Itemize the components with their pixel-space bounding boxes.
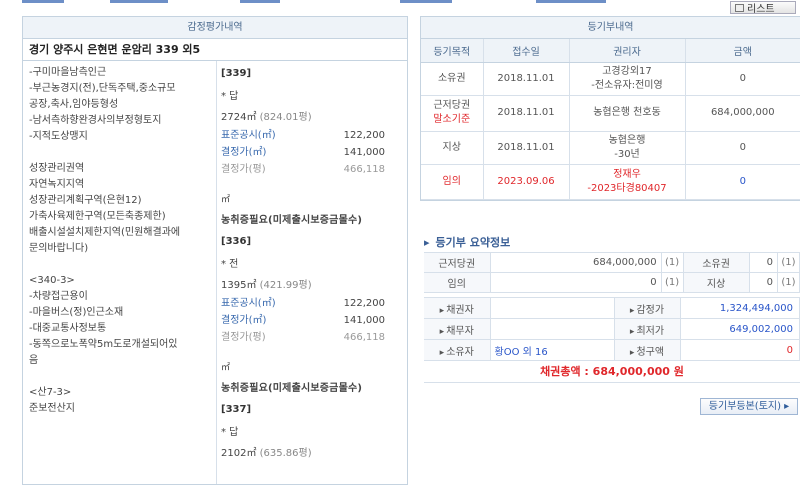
minimum-price: 649,002,000 xyxy=(680,318,800,340)
land-area: 2724㎡ (824.01평) xyxy=(221,112,312,123)
table-row: 임의 0 (1) 지상 0 (1) xyxy=(424,272,800,293)
desc-line: 가축사육제한구역(모든축종제한) xyxy=(29,211,166,222)
desc-line: 배출시설설치제한지역(민원해결과에 xyxy=(29,227,181,238)
desc-line: 자연녹지지역 xyxy=(29,179,85,190)
toolbar-tab[interactable] xyxy=(240,0,280,3)
appraisal-panel: 감정평가내역 경기 양주시 은현면 운암리 339 외5 -구미마을남측인근 -… xyxy=(22,16,408,485)
desc-line: 성장관리권역 xyxy=(29,163,85,174)
summary-counts: 근저당권 684,000,000 (1) 소유권 0 (1) 임의 0 (1) … xyxy=(424,252,800,293)
table-row: 채권자 감정가 1,324,494,000 xyxy=(424,297,800,319)
claim-amount: 0 xyxy=(680,339,800,361)
unit-label: ㎡ xyxy=(221,363,231,373)
print-button[interactable]: 리스트 xyxy=(730,1,796,14)
farmland-note: 농취증필요(미제출시보증금몰수) xyxy=(221,383,363,394)
lot-number: [336] xyxy=(221,236,252,247)
desc-line: 문의바랍니다) xyxy=(29,243,89,254)
desc-line: <340-3> xyxy=(29,275,75,286)
land-area: 2102㎡ (635.86평) xyxy=(221,448,312,459)
lot-number: [337] xyxy=(221,404,252,415)
appraised-price: 1,324,494,000 xyxy=(680,297,800,319)
land-type: * 전 xyxy=(221,259,239,270)
registry-table: 등기목적 접수일 권리자 금액 소유권 2018.11.01 고경강외17 -전소… xyxy=(421,39,800,200)
desc-line: 성장관리계획구역(은현12) xyxy=(29,195,142,206)
desc-line: -부근농경지(전),단독주택,중소규모 xyxy=(29,83,176,94)
top-toolbar: 리스트 xyxy=(0,0,800,14)
summary-panel: 근저당권 684,000,000 (1) 소유권 0 (1) 임의 0 (1) … xyxy=(424,252,800,383)
table-row: 소유권 2018.11.01 고경강외17 -전소유자:전미영 0 xyxy=(421,62,800,96)
col-amount: 금액 xyxy=(685,39,800,63)
col-purpose: 등기목적 xyxy=(421,39,484,63)
print-icon xyxy=(735,3,744,12)
table-row: 소유자 황OO 외 16 청구액 0 xyxy=(424,339,800,361)
toolbar-tab[interactable] xyxy=(22,0,64,3)
lot-number: [339] xyxy=(221,68,252,79)
table-row: 채무자 최저가 649,002,000 xyxy=(424,318,800,340)
decided-price-row: 결정가(㎡) 141,000 xyxy=(221,315,385,326)
table-row: 임의 2023.09.06 정재우 -2023타경80407 0 xyxy=(421,164,800,200)
land-area: 1395㎡ (421.99평) xyxy=(221,280,312,291)
appraisal-header: 감정평가내역 xyxy=(23,17,407,39)
registry-header: 등기부내역 xyxy=(421,17,800,39)
total-claims: 채권총액 : 684,000,000 원 xyxy=(424,361,800,383)
cancel-basis-label: 말소기준 xyxy=(433,114,471,125)
summary-title: 등기부 요약정보 xyxy=(424,234,511,250)
decided-price-row: 결정가(㎡) 141,000 xyxy=(221,147,385,158)
pyeong-price-row: 결정가(평) 466,118 xyxy=(221,164,385,175)
desc-line: -마을버스(정)인근소재 xyxy=(29,307,124,318)
col-holder: 권리자 xyxy=(569,39,686,63)
desc-line: -구미마을남측인근 xyxy=(29,67,107,78)
farmland-note: 농취증필요(미제출시보증금몰수) xyxy=(221,215,363,226)
registry-panel: 등기부내역 등기목적 접수일 권리자 금액 소유권 2018.11.01 고경강… xyxy=(420,16,800,201)
desc-line: -남서측하향완경사의부정형토지 xyxy=(29,115,162,126)
toolbar-tab[interactable] xyxy=(110,0,168,3)
toolbar-tab[interactable] xyxy=(400,0,452,3)
registry-copy-button[interactable]: 등기부등본(토지) ▸ xyxy=(700,398,798,415)
desc-line: 공장,축사,임야등형성 xyxy=(29,99,119,110)
summary-parties: 채권자 감정가 1,324,494,000 채무자 최저가 649,002,00… xyxy=(424,297,800,361)
toolbar-tab[interactable] xyxy=(536,0,606,3)
desc-line: -차량접근용이 xyxy=(29,291,88,302)
land-type: * 답 xyxy=(221,427,239,438)
land-type: * 답 xyxy=(221,91,239,102)
print-label: 리스트 xyxy=(747,4,775,14)
desc-line: -지적도상맹지 xyxy=(29,131,88,142)
owner-link[interactable]: 황OO 외 16 xyxy=(490,339,615,361)
appraisal-values: [339] * 답 2724㎡ (824.01평) 표준공시(㎡) 122,200… xyxy=(217,61,407,484)
desc-line: <산7-3> xyxy=(29,387,72,398)
table-row: 근저당권 684,000,000 (1) 소유권 0 (1) xyxy=(424,252,800,273)
desc-line: -동쪽으로노폭약5m도로개설되어있 xyxy=(29,339,178,350)
desc-line: 준보전산지 xyxy=(29,403,75,414)
official-price-row: 표준공시(㎡) 122,200 xyxy=(221,130,385,141)
desc-line: 음 xyxy=(29,355,39,366)
col-date: 접수일 xyxy=(483,39,570,63)
registry-section: 등기부내역 등기목적 접수일 권리자 금액 소유권 2018.11.01 고경강… xyxy=(420,16,800,485)
table-row: 지상 2018.11.01 농협은행 -30년 0 xyxy=(421,131,800,165)
unit-label: ㎡ xyxy=(221,195,231,205)
pyeong-price-row: 결정가(평) 466,118 xyxy=(221,332,385,343)
desc-line: -대중교통사정보통 xyxy=(29,323,107,334)
appraisal-description: -구미마을남측인근 -부근농경지(전),단독주택,중소규모 공장,축사,임야등형… xyxy=(23,61,217,484)
official-price-row: 표준공시(㎡) 122,200 xyxy=(221,298,385,309)
property-address: 경기 양주시 은현면 운암리 339 외5 xyxy=(23,39,407,61)
table-row: 근저당권 말소기준 2018.11.01 농협은행 천호동 684,000,000 xyxy=(421,95,800,132)
